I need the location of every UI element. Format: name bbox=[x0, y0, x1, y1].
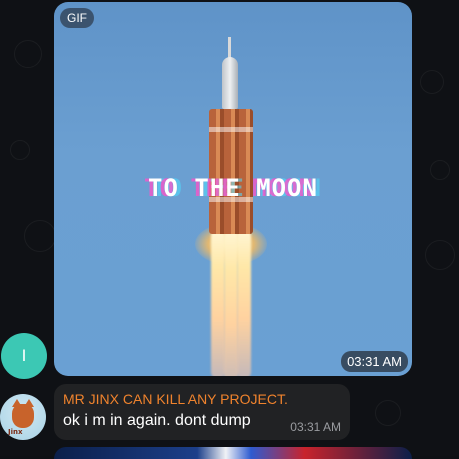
sender-avatar[interactable]: I bbox=[1, 333, 47, 379]
fox-icon bbox=[12, 399, 34, 428]
next-media-message[interactable] bbox=[54, 447, 412, 459]
gif-message[interactable]: TO THE MOON GIF 03:31 AM bbox=[54, 2, 412, 376]
sender-name[interactable]: MR JINX CAN KILL ANY PROJECT. bbox=[63, 391, 288, 407]
gif-badge: GIF bbox=[60, 8, 94, 28]
message-text: ok i m in again. dont dump bbox=[63, 412, 251, 429]
avatar-label: Jinx bbox=[8, 428, 23, 436]
message-timestamp: 03:31 AM bbox=[290, 420, 341, 434]
jinx-avatar[interactable]: Jinx bbox=[0, 394, 46, 440]
gif-caption: TO THE MOON bbox=[148, 174, 318, 202]
rocket-illustration bbox=[195, 37, 267, 376]
text-message[interactable]: MR JINX CAN KILL ANY PROJECT. ok i m in … bbox=[54, 384, 350, 440]
gif-timestamp: 03:31 AM bbox=[341, 351, 408, 372]
